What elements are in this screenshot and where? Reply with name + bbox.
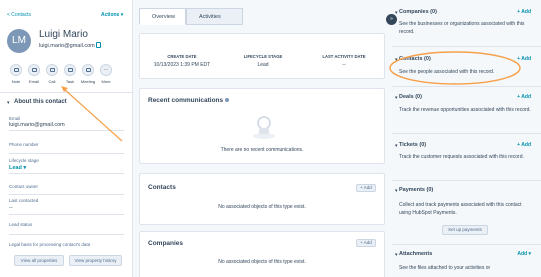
owner-label: Contact owner	[9, 184, 39, 189]
task-action-button[interactable]: Task	[61, 64, 79, 84]
meeting-action-button[interactable]: Meeting	[79, 64, 97, 84]
companies-section-desc: See the businesses or organizations asso…	[399, 21, 525, 35]
meeting-icon	[82, 64, 94, 76]
main-content: Overview Activities CREATE DATE 10/13/20…	[133, 0, 392, 277]
add-company-link[interactable]: + Add	[517, 9, 531, 15]
lead-status-label: Lead status	[9, 222, 33, 227]
email-value[interactable]: luigi.mario@gmail.com	[9, 122, 65, 128]
actions-dropdown[interactable]: Actions ▾	[101, 12, 123, 18]
contacts-section-desc: See the people associated with this reco…	[399, 69, 495, 75]
attachments-section-title[interactable]: Attachments	[399, 251, 432, 257]
add-contact-button[interactable]: + Add	[356, 184, 376, 192]
attachments-section-desc: See the files attached to your activitie…	[399, 265, 491, 271]
setup-payments-button[interactable]: Set up payments	[442, 225, 488, 235]
quick-actions: Note Email Call Task Meeting ··· More	[7, 64, 115, 84]
recent-communications-title: Recent communications	[148, 97, 230, 104]
phone-label: Phone number	[9, 142, 39, 147]
divider	[0, 92, 133, 93]
associations-sidebar: Companies (0) + Add See the businesses o…	[392, 0, 541, 277]
add-ticket-link[interactable]: + Add	[517, 142, 531, 148]
note-action-button[interactable]: Note	[7, 64, 25, 84]
view-property-history-button[interactable]: View property history	[69, 255, 122, 266]
avatar: LM	[7, 29, 31, 53]
email-icon	[28, 64, 40, 76]
call-action-button[interactable]: Call	[43, 64, 61, 84]
recent-communications-card: Recent communications There are no recen…	[139, 88, 385, 164]
tickets-section-title[interactable]: Tickets (0)	[399, 142, 426, 148]
highlights-card: CREATE DATE 10/13/2023 1:39 PM EDT LIFEC…	[139, 33, 385, 79]
email-action-button[interactable]: Email	[25, 64, 43, 84]
last-contacted-label: Last contacted	[9, 198, 39, 203]
copy-icon[interactable]	[96, 42, 101, 48]
add-company-button[interactable]: + Add	[356, 239, 376, 247]
last-activity-stat: LAST ACTIVITY DATE --	[322, 54, 366, 68]
info-icon[interactable]	[225, 98, 230, 103]
tab-overview[interactable]: Overview	[139, 8, 186, 25]
companies-card: Companies + Add No associated objects of…	[139, 231, 385, 277]
add-deal-link[interactable]: + Add	[517, 94, 531, 100]
note-icon	[10, 64, 22, 76]
lifecycle-stage-stat: LIFECYCLE STAGE Lead	[243, 54, 283, 68]
add-attachment-dropdown[interactable]: Add ▾	[517, 251, 531, 257]
companies-card-title: Companies	[148, 240, 184, 247]
about-section-title[interactable]: About this contact	[14, 99, 67, 105]
contact-sidebar: < Contacts Actions ▾ LM Luigi Mario luig…	[0, 0, 133, 277]
payments-section-desc: Collect and track payments associated wi…	[399, 202, 522, 216]
email-label: Email	[9, 116, 21, 121]
back-to-contacts-link[interactable]: < Contacts	[7, 12, 31, 18]
contacts-card: Contacts + Add No associated objects of …	[139, 173, 385, 225]
companies-empty-message: No associated objects of this type exist…	[218, 259, 306, 265]
lifecycle-dropdown[interactable]: Lead ▾	[9, 165, 26, 171]
record-tabs: Overview Activities	[139, 8, 243, 25]
task-icon	[64, 64, 76, 76]
last-contacted-value: --	[9, 205, 13, 211]
deals-section-desc: Track the revenue opportunities associat…	[399, 107, 531, 113]
more-action-button[interactable]: ··· More	[97, 64, 115, 84]
lifecycle-label: Lifecycle stage	[9, 158, 39, 163]
companies-section-title[interactable]: Companies (0)	[399, 9, 437, 15]
collapse-sidebar-button[interactable]: »	[386, 14, 397, 25]
tickets-section-desc: Track the customer requests associated w…	[399, 154, 524, 160]
recent-empty-message: There are no recent communications.	[220, 147, 304, 153]
deals-section-title[interactable]: Deals (0)	[399, 94, 422, 100]
payments-section-title[interactable]: Payments (0)	[399, 187, 433, 193]
contacts-section-title[interactable]: Contacts (0)	[399, 56, 431, 62]
chevron-down-icon[interactable]: ▾	[7, 100, 10, 106]
legal-basis-label: Legal basis for processing contact's dat…	[9, 242, 91, 247]
view-all-properties-button[interactable]: View all properties	[14, 255, 64, 266]
contacts-card-title: Contacts	[148, 184, 176, 191]
more-icon: ···	[100, 64, 112, 76]
contacts-empty-message: No associated objects of this type exist…	[218, 204, 306, 210]
add-contact-link[interactable]: + Add	[517, 56, 531, 62]
create-date-stat: CREATE DATE 10/13/2023 1:39 PM EDT	[153, 54, 211, 68]
contact-email: luigi.mario@gmail.com	[39, 43, 95, 49]
empty-state-icon	[253, 116, 275, 139]
contact-name: Luigi Mario	[39, 29, 88, 40]
tab-activities[interactable]: Activities	[186, 8, 243, 25]
call-icon	[46, 64, 58, 76]
